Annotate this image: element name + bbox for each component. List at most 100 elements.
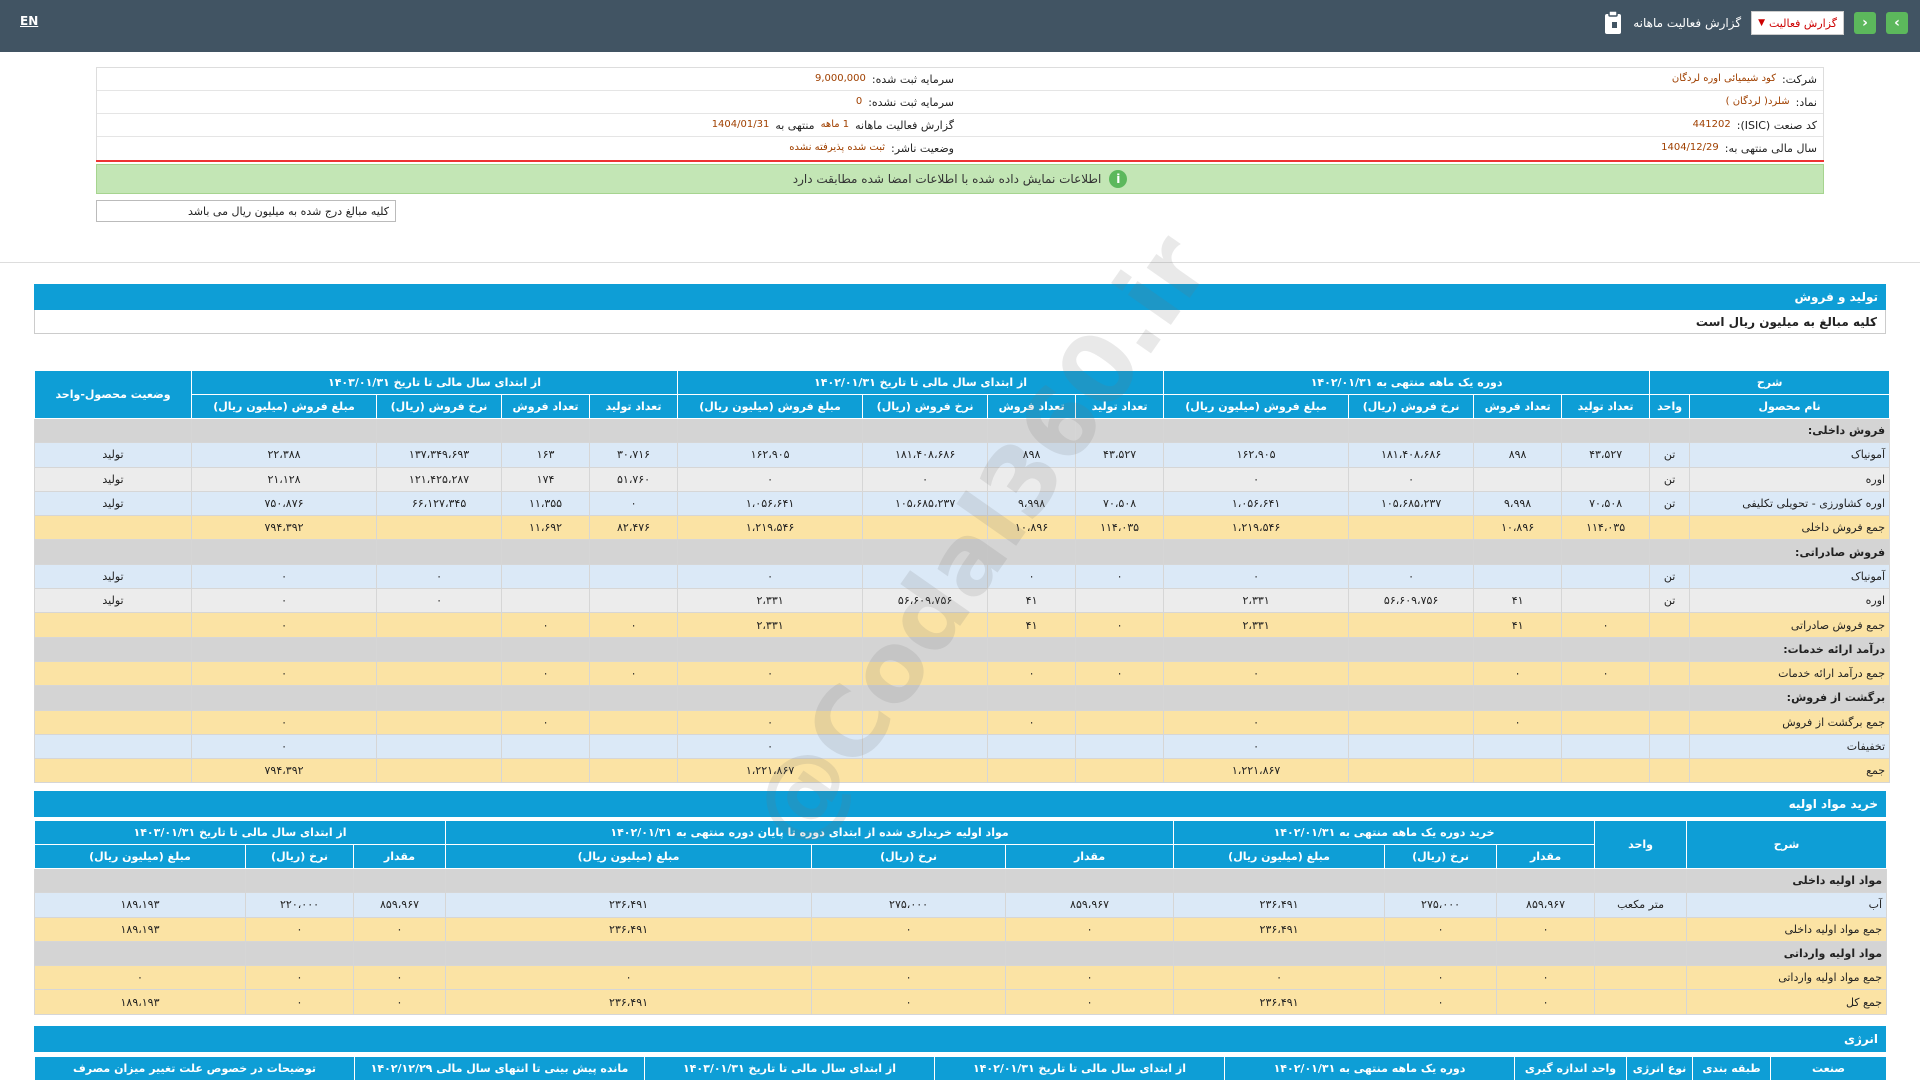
- table-cell: [1594, 916, 1688, 942]
- table-cell: ۲۳۶،۴۹۱: [445, 989, 813, 1015]
- table-cell: [1594, 940, 1688, 967]
- table-cell: [1473, 636, 1563, 662]
- table-cell: [1005, 867, 1175, 894]
- materials-table: شرح واحد خرید دوره یک ماهه منتهی به ۱۴۰۲…: [33, 820, 1888, 1015]
- report-date: 1404/01/31: [711, 118, 770, 130]
- table-row: جمع برگشت از فروش ۰ ۰ ۰ ۰ ۰ ۰: [34, 709, 1891, 735]
- table-cell: ۰: [190, 709, 378, 735]
- table-cell: [862, 636, 989, 662]
- table-cell: ۲۳۶،۴۹۱: [1173, 892, 1386, 918]
- table-cell: ۱،۰۵۶،۶۴۱: [1163, 490, 1350, 517]
- table-cell: [376, 733, 503, 760]
- table-cell: [1348, 660, 1475, 687]
- table-cell: تولید: [34, 466, 192, 492]
- group-row: مواد اولیه داخلی: [33, 867, 1888, 894]
- table-cell: ۹،۹۹۸: [987, 490, 1077, 517]
- table-cell: ۰: [1473, 709, 1563, 735]
- table-cell: تولید: [34, 563, 192, 590]
- language-toggle[interactable]: EN: [20, 14, 38, 28]
- isic-label: کد صنعت (ISIC):: [1736, 118, 1817, 132]
- table-cell: ۱۷۴: [501, 466, 591, 492]
- table-cell: ۰: [1163, 709, 1350, 735]
- table-cell: ۰: [353, 989, 447, 1015]
- table-cell: [589, 588, 679, 614]
- table-cell: ۰: [376, 588, 503, 614]
- row-label: جمع مواد اولیه وارداتی: [1686, 965, 1888, 991]
- report-label: گزارش فعالیت ماهانه: [855, 118, 954, 132]
- row-label: آب: [1686, 892, 1888, 918]
- table-cell: ۳۰،۷۱۶: [589, 442, 679, 468]
- table-cell: ۱۶۲،۹۰۵: [1163, 442, 1350, 468]
- subheader-10: تعداد تولید: [589, 394, 679, 419]
- table-cell: ۰: [677, 563, 864, 590]
- table-cell: [1649, 733, 1691, 760]
- table-cell: ۰: [353, 965, 447, 991]
- report-type-select[interactable]: گزارش فعالیت ▼: [1751, 11, 1844, 35]
- subheader-1: نرخ (ریال): [1384, 844, 1498, 869]
- table-cell: تن: [1649, 466, 1691, 492]
- table-cell: [1594, 867, 1688, 894]
- table-cell: [376, 660, 503, 687]
- table-cell: ۴۱: [1473, 588, 1563, 614]
- table-cell: [353, 867, 447, 894]
- table-cell: تن: [1649, 588, 1691, 614]
- table-cell: ۱،۲۲۱،۸۶۷: [1163, 758, 1350, 784]
- table-cell: [1348, 685, 1475, 711]
- table-cell: [677, 417, 864, 444]
- table-cell: [1649, 660, 1691, 687]
- table-cell: ۰: [190, 563, 378, 590]
- table-cell: [1649, 758, 1691, 784]
- table-cell: [1348, 612, 1475, 638]
- prev-button[interactable]: ›: [1886, 12, 1908, 34]
- table-row: جمع درآمد ارائه خدمات ۰ ۰ ۰ ۰ ۰ ۰ ۰ ۰ ۰: [34, 660, 1891, 687]
- header-unit: واحد: [1594, 820, 1688, 869]
- table-cell: [1561, 758, 1651, 784]
- table-cell: ۰: [862, 466, 989, 492]
- table-cell: ۰: [1173, 965, 1386, 991]
- table-cell: [1173, 940, 1386, 967]
- table-cell: [1649, 539, 1691, 565]
- table-cell: [445, 940, 813, 967]
- symbol-value[interactable]: شلرد( لردگان ): [1726, 96, 1790, 109]
- table-cell: [1075, 709, 1165, 735]
- table-cell: [1075, 733, 1165, 760]
- divider: [96, 160, 1824, 162]
- group-row: برگشت از فروش:: [34, 685, 1891, 711]
- table-cell: [34, 515, 192, 541]
- table-cell: ۲،۳۳۱: [1163, 612, 1350, 638]
- table-cell: [811, 867, 1007, 894]
- table-cell: [245, 940, 355, 967]
- table-cell: ۰: [1384, 916, 1498, 942]
- table-cell: [862, 515, 989, 541]
- table-cell: ۲۳۶،۴۹۱: [445, 892, 813, 918]
- table-cell: [1496, 867, 1596, 894]
- company-value[interactable]: کود شیمیائی اوره لردگان: [1672, 73, 1776, 86]
- table-cell: [501, 733, 591, 760]
- subheader-11: تعداد فروش: [501, 394, 591, 419]
- header-product-status: وضعیت محصول-واحد: [34, 370, 192, 419]
- table-row: جمع فروش داخلی ۱۱۴،۰۳۵ ۱۰،۸۹۶ ۱،۲۱۹،۵۴۶ ۱۱۴،…: [34, 515, 1891, 541]
- table-cell: [862, 563, 989, 590]
- table-cell: [1075, 588, 1165, 614]
- table-cell: [1163, 685, 1350, 711]
- table-cell: [1075, 758, 1165, 784]
- company-info: شرکت: کود شیمیائی اوره لردگان سرمایه ثبت …: [96, 67, 1824, 161]
- header-0: صنعت: [1770, 1056, 1887, 1081]
- header-7: مانده پیش بینی تا انتهای سال مالی ۱۴۰۲/۱…: [354, 1056, 645, 1081]
- table-cell: [1473, 417, 1563, 444]
- next-button[interactable]: ‹: [1854, 12, 1876, 34]
- table-cell: ۰: [811, 989, 1007, 1015]
- table-cell: [1384, 867, 1498, 894]
- subheader-12: نرخ فروش (ریال): [376, 394, 503, 419]
- table-row: تخفیفات ۰ ۰ ۰: [34, 733, 1891, 760]
- report-type-value: گزارش فعالیت: [1769, 16, 1837, 30]
- table-cell: ۴۳،۵۲۷: [1075, 442, 1165, 468]
- table-cell: [1473, 539, 1563, 565]
- table-cell: [34, 709, 192, 735]
- unregistered-capital-label: سرمایه ثبت نشده:: [868, 95, 954, 109]
- table-cell: [677, 636, 864, 662]
- table-cell: ۱،۲۱۹،۵۴۶: [677, 515, 864, 541]
- table-cell: ۰: [811, 965, 1007, 991]
- table-cell: ۰: [190, 660, 378, 687]
- production-section-header: تولید و فروش: [34, 284, 1886, 310]
